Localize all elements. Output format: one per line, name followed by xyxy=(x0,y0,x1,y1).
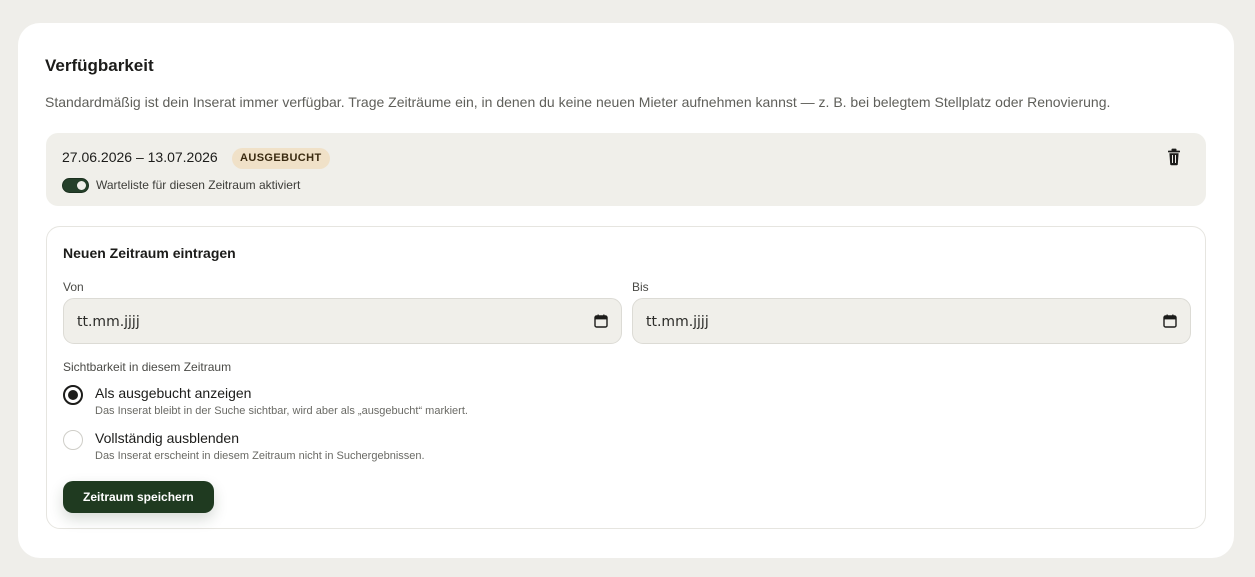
trash-icon[interactable] xyxy=(1166,148,1182,166)
from-label: Von xyxy=(63,280,84,294)
calendar-icon[interactable] xyxy=(1163,314,1177,328)
new-period-form: Neuen Zeitraum eintragen Von tt.mm.jjjj … xyxy=(46,226,1206,529)
section-description: Standardmäßig ist dein Inserat immer ver… xyxy=(45,94,1111,110)
calendar-icon[interactable] xyxy=(594,314,608,328)
visibility-label: Sichtbarkeit in diesem Zeitraum xyxy=(63,360,232,374)
waitlist-toggle[interactable] xyxy=(62,178,89,193)
status-badge: AUSGEBUCHT xyxy=(232,148,330,169)
from-date-input[interactable]: tt.mm.jjjj xyxy=(63,298,622,344)
to-date-placeholder: tt.mm.jjjj xyxy=(646,314,709,330)
availability-card: Verfügbarkeit Standardmäßig ist dein Ins… xyxy=(18,23,1234,558)
radio-show-booked[interactable] xyxy=(63,385,83,405)
to-label: Bis xyxy=(632,280,649,294)
section-title: Verfügbarkeit xyxy=(45,56,154,75)
existing-period-row: 27.06.2026 – 13.07.2026 AUSGEBUCHT Warte… xyxy=(46,133,1206,206)
option-show-booked-subtitle: Das Inserat bleibt in der Suche sichtbar… xyxy=(95,405,468,417)
option-hide-completely-subtitle: Das Inserat erscheint in diesem Zeitraum… xyxy=(95,450,425,462)
radio-hide-completely[interactable] xyxy=(63,430,83,450)
save-period-button[interactable]: Zeitraum speichern xyxy=(63,481,214,513)
option-hide-completely-title[interactable]: Vollständig ausblenden xyxy=(95,430,239,446)
period-range: 27.06.2026 – 13.07.2026 xyxy=(62,149,218,165)
form-title: Neuen Zeitraum eintragen xyxy=(63,245,236,261)
waitlist-label: Warteliste für diesen Zeitraum aktiviert xyxy=(96,178,301,192)
option-show-booked-title[interactable]: Als ausgebucht anzeigen xyxy=(95,385,251,401)
from-date-placeholder: tt.mm.jjjj xyxy=(77,314,140,330)
to-date-input[interactable]: tt.mm.jjjj xyxy=(632,298,1191,344)
